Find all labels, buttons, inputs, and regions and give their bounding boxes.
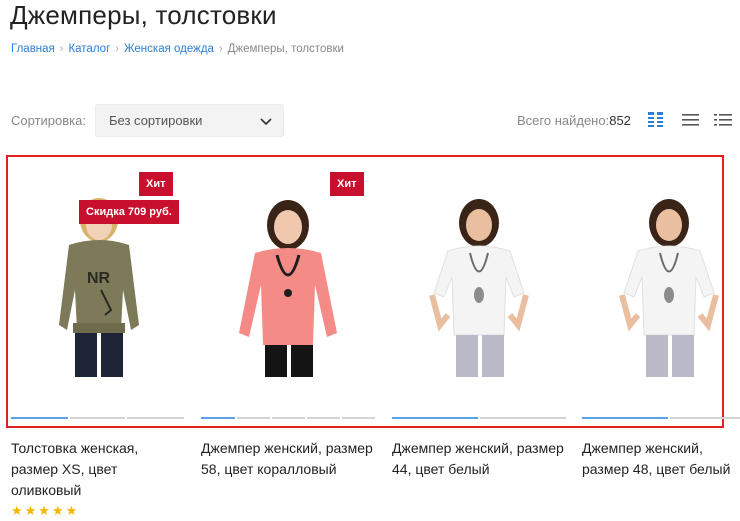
- breadcrumb: Главная › Каталог › Женская одежда › Дже…: [11, 43, 344, 55]
- page-title: Джемперы, толстовки: [10, 0, 277, 30]
- hit-badge: Хит: [330, 172, 364, 196]
- product-name[interactable]: Джемпер женский, размер 58, цвет коралло…: [201, 438, 379, 480]
- image-pagination: [582, 417, 740, 419]
- image-dot[interactable]: [237, 417, 270, 419]
- sort-select[interactable]: Без сортировки: [95, 104, 284, 137]
- chevron-right-icon: ›: [115, 43, 119, 55]
- product-image[interactable]: NR Хит Скидка 709 руб.: [11, 165, 186, 385]
- rating-stars: ★★★★★: [11, 503, 80, 518]
- product-image[interactable]: [582, 165, 740, 385]
- breadcrumb-womens-clothing-link[interactable]: Женская одежда: [124, 43, 214, 55]
- chevron-right-icon: ›: [218, 43, 223, 55]
- table-view-icon[interactable]: [713, 111, 733, 129]
- product-photo-coral-jumper: [239, 200, 337, 377]
- chevron-down-icon: [260, 118, 272, 126]
- sort-selected-value: Без сортировки: [109, 113, 203, 128]
- breadcrumb-current: Джемперы, толстовки: [227, 43, 344, 55]
- product-card[interactable]: [392, 165, 567, 385]
- results-count-value: 852: [609, 113, 631, 128]
- image-dot[interactable]: [342, 417, 375, 419]
- product-name[interactable]: Джемпер женский, размер 44, цвет белый: [392, 438, 570, 480]
- results-label: Всего найдено:: [517, 113, 610, 128]
- image-pagination: [11, 417, 184, 419]
- image-pagination: [201, 417, 375, 419]
- list-view-icon[interactable]: [681, 111, 701, 129]
- product-photo-white-jumper: [429, 199, 529, 377]
- breadcrumb-home-link[interactable]: Главная: [11, 43, 55, 55]
- sort-label: Сортировка:: [11, 113, 86, 128]
- discount-badge: Скидка 709 руб.: [79, 200, 179, 224]
- image-dot[interactable]: [70, 417, 125, 419]
- product-name[interactable]: Джемпер женский, размер 48, цвет белый: [582, 438, 740, 480]
- image-dot-active[interactable]: [392, 417, 478, 419]
- chevron-right-icon: ›: [59, 43, 64, 55]
- product-image[interactable]: Хит: [201, 165, 376, 385]
- image-dot-active[interactable]: [11, 417, 68, 419]
- product-photo-sweatshirt: NR: [33, 198, 163, 377]
- image-dot[interactable]: [127, 417, 184, 419]
- image-dot[interactable]: [670, 417, 740, 419]
- image-pagination: [392, 417, 566, 419]
- product-name[interactable]: Толстовка женская, размер XS, цвет оливк…: [11, 438, 189, 501]
- product-card[interactable]: [582, 165, 740, 385]
- image-dot[interactable]: [307, 417, 340, 419]
- product-card[interactable]: Хит: [201, 165, 376, 385]
- product-photo-white-jumper: [619, 199, 719, 377]
- grid-view-icon[interactable]: [646, 111, 666, 129]
- results-count: Всего найдено:852: [517, 113, 631, 128]
- svg-text:NR: NR: [87, 270, 111, 287]
- image-dot-active[interactable]: [582, 417, 668, 419]
- image-dot[interactable]: [272, 417, 305, 419]
- breadcrumb-catalog-link[interactable]: Каталог: [68, 43, 110, 55]
- hit-badge: Хит: [139, 172, 173, 196]
- image-dot[interactable]: [480, 417, 566, 419]
- image-dot-active[interactable]: [201, 417, 235, 419]
- product-card[interactable]: NR Хит Скидка 709 руб.: [11, 165, 186, 385]
- product-image[interactable]: [392, 165, 567, 385]
